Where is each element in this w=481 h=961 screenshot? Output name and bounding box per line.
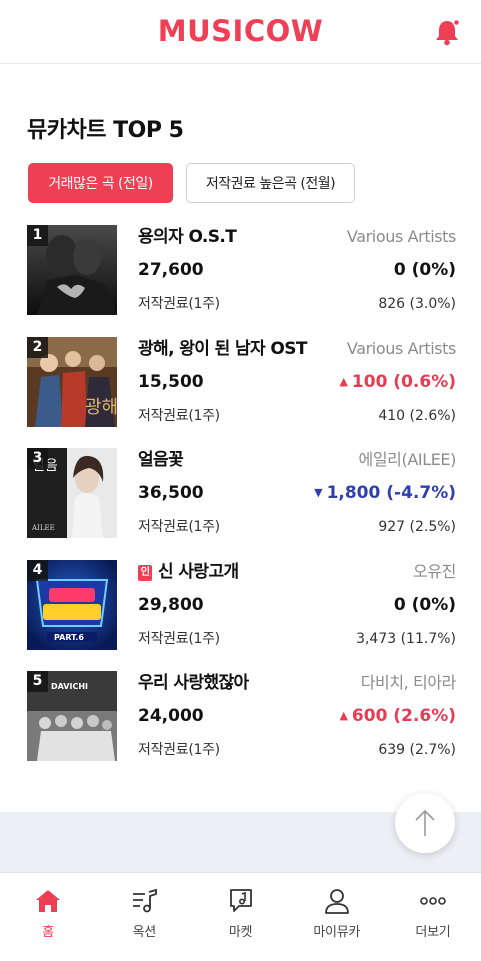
song-title: 우리 사랑했잖아 [138, 673, 249, 693]
nav-my-musicow[interactable]: 마이뮤카 [289, 873, 385, 961]
royalty-value: 410 (2.6%) [378, 407, 456, 424]
chart-row[interactable]: 광해 2 광해, 왕이 된 남자 OST Various Artists 15,… [27, 336, 457, 449]
album-cover: PART.6 4 [27, 559, 117, 650]
home-icon [36, 890, 61, 912]
tab-highest-royalty[interactable]: 저작권료 높은곡 (전월) [186, 163, 355, 203]
nav-label: 홈 [42, 925, 54, 940]
badge-icon: 인 [138, 564, 152, 581]
bottom-nav: 홈 옥션 마켓 마이뮤카 더보기 [0, 872, 481, 961]
price-change: ▲ 100 (0.6%) [339, 370, 456, 394]
album-cover: 광해 2 [27, 336, 117, 427]
nav-more[interactable]: 더보기 [385, 873, 481, 961]
music-note-icon [133, 888, 158, 913]
song-title: 인 신 사랑고개 [138, 560, 239, 584]
svg-text:PART.6: PART.6 [54, 633, 84, 642]
royalty-value: 826 (3.0%) [378, 296, 456, 312]
song-price: 36,500 [138, 483, 204, 503]
svg-text:AILEE: AILEE [31, 524, 55, 532]
triangle-down-icon: ▼ [314, 486, 323, 499]
nav-label: 마켓 [228, 925, 253, 940]
nav-label: 옥션 [132, 925, 157, 940]
svg-text:광해: 광해 [85, 397, 117, 418]
musicow-logo[interactable]: MUSICOW [0, 12, 481, 50]
chat-music-icon [229, 889, 252, 912]
royalty-label: 저작권료(1주) [138, 407, 220, 424]
rank-badge: 2 [27, 336, 48, 358]
song-price: 15,500 [138, 371, 204, 392]
rank-badge: 3 [27, 448, 48, 469]
triangle-up-icon: ▲ [339, 374, 348, 388]
song-title: 광해, 왕이 된 남자 OST [138, 338, 308, 359]
nav-market[interactable]: 마켓 [192, 873, 288, 961]
arrow-up-icon [415, 809, 435, 836]
song-price: 24,000 [138, 706, 204, 726]
price-change-value: 0 (0%) [393, 260, 456, 280]
rank-badge: 4 [27, 559, 48, 581]
royalty-label: 저작권료(1주) [138, 630, 220, 647]
section-title: 뮤카차트 TOP 5 [27, 118, 184, 143]
rank-badge: 1 [27, 225, 48, 246]
royalty-value: 639 (2.7%) [378, 742, 456, 758]
royalty-label: 저작권료(1주) [138, 296, 220, 312]
album-cover: 1 [27, 225, 117, 315]
royalty-label: 저작권료(1주) [138, 519, 220, 535]
scroll-top-button[interactable] [395, 793, 455, 853]
song-price: 27,600 [138, 260, 204, 280]
artist-name: 오유진 [413, 561, 456, 581]
nav-home[interactable]: 홈 [0, 873, 96, 961]
app-header: MUSICOW [0, 0, 481, 64]
artist-name: Various Artists [346, 338, 456, 358]
price-change: ▼ 1,800 (-4.7%) [314, 481, 456, 505]
album-cover: DAVICHI 5 [27, 671, 117, 761]
song-price: 29,800 [138, 594, 204, 615]
artist-name: Various Artists [346, 227, 456, 246]
chart-row[interactable]: DAVICHI 5 우리 사랑했잖아 다비치, 티아라 24,000 ▲ 600 … [27, 671, 457, 783]
triangle-up-icon: ▲ [339, 709, 348, 722]
song-title-text: 신 사랑고개 [158, 561, 239, 582]
song-title: 용의자 O.S.T [138, 227, 237, 247]
royalty-value: 927 (2.5%) [378, 519, 456, 535]
price-change-value: 100 (0.6%) [351, 371, 456, 392]
nav-label: 더보기 [415, 925, 451, 940]
price-change: ▲ 600 (2.6%) [339, 704, 456, 728]
chart-tabs: 거래많은 곡 (전일) 저작권료 높은곡 (전월) [28, 163, 355, 203]
royalty-label: 저작권료(1주) [138, 742, 220, 758]
price-change: 0 (0%) [394, 593, 456, 617]
artist-name: 다비치, 티아라 [360, 673, 457, 692]
royalty-value: 3,473 (11.7%) [356, 630, 456, 647]
album-cover: AILEE 얼음 3 [27, 448, 117, 538]
svg-text:DAVICHI: DAVICHI [51, 682, 88, 691]
price-change-value: 0 (0%) [393, 594, 456, 615]
rank-badge: 5 [27, 671, 48, 692]
user-icon [324, 889, 349, 914]
artist-name: 에일리(AILEE) [358, 450, 457, 469]
chart-row[interactable]: AILEE 얼음 3 얼음꽃 에일리(AILEE) 36,500 ▼1,800 … [27, 448, 457, 560]
chart-row[interactable]: PART.6 4 인 신 사랑고개 오유진 29,800 0 (0%) 저작권료(… [27, 559, 457, 672]
price-change-value: 1,800 (-4.7%) [326, 483, 456, 503]
nav-auction[interactable]: 옥션 [96, 873, 192, 961]
song-title: 얼음꽃 [138, 450, 184, 470]
nav-label: 마이뮤카 [313, 925, 361, 940]
price-change-value: 600 (2.6%) [351, 706, 456, 726]
chart-list: 1 용의자 O.S.T Various Artists 27,600 0 (0%… [27, 225, 457, 783]
price-change: 0 (0%) [394, 258, 456, 282]
chart-row[interactable]: 1 용의자 O.S.T Various Artists 27,600 0 (0%… [27, 225, 457, 337]
bell-icon[interactable] [432, 17, 462, 47]
tab-most-traded[interactable]: 거래많은 곡 (전일) [28, 163, 173, 203]
more-dots-icon [420, 897, 446, 905]
